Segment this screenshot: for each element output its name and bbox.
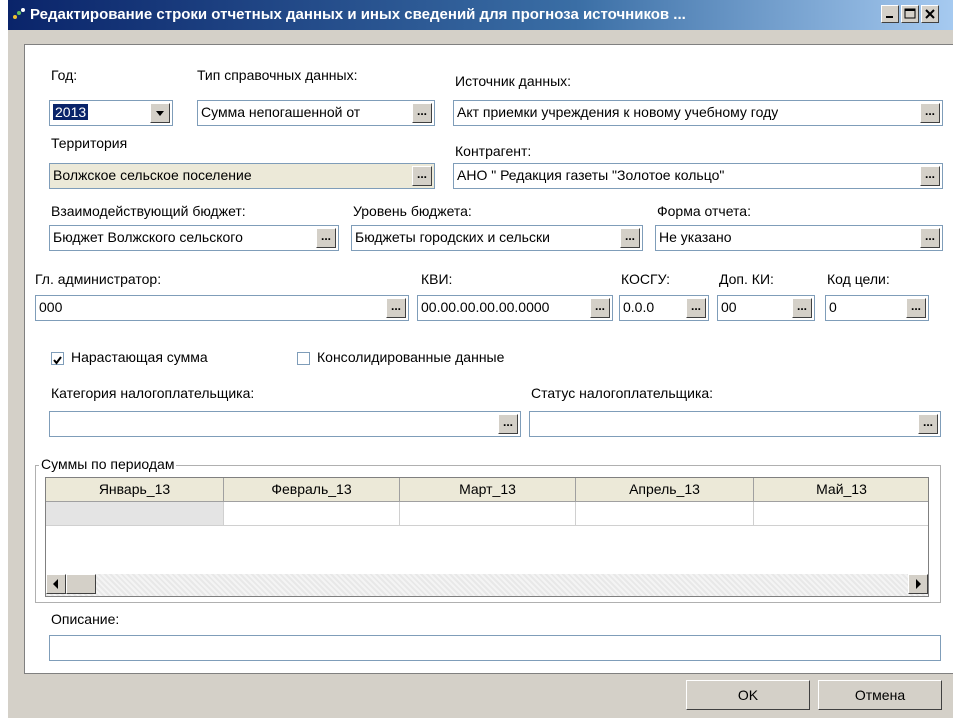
chief-admin-field[interactable]: 000 ... — [35, 295, 409, 321]
chief-admin-label: Гл. администратор: — [35, 271, 162, 287]
description-label: Описание: — [51, 611, 120, 627]
arrow-right-icon — [916, 579, 921, 589]
kvi-label: КВИ: — [421, 271, 453, 287]
grid-header-jan[interactable]: Январь_13 — [46, 478, 224, 502]
source-ellipsis-button[interactable]: ... — [920, 103, 940, 123]
grid-header-mar[interactable]: Март_13 — [400, 478, 576, 502]
taxpayer-status-label: Статус налогоплательщика: — [531, 385, 714, 401]
territory-label: Территория — [51, 135, 128, 151]
scroll-left-button[interactable] — [46, 574, 66, 594]
ref-type-ellipsis-button[interactable]: ... — [412, 103, 432, 123]
territory-field[interactable]: Волжское сельское поселение ... — [49, 163, 435, 189]
scroll-right-button[interactable] — [908, 574, 928, 594]
taxpayer-category-field[interactable]: ... — [49, 411, 521, 437]
minimize-button[interactable] — [881, 5, 899, 23]
ref-type-field[interactable]: Сумма непогашенной от ... — [197, 100, 435, 126]
grid-cell-may[interactable] — [754, 502, 928, 526]
kvi-field[interactable]: 00.00.00.00.00.0000 ... — [417, 295, 613, 321]
dop-ki-field[interactable]: 00 ... — [717, 295, 815, 321]
consolidated-label: Консолидированные данные — [317, 349, 505, 365]
year-label: Год: — [51, 67, 78, 83]
kosgu-ellipsis-button[interactable]: ... — [686, 298, 706, 318]
interact-budget-label: Взаимодействующий бюджет: — [51, 203, 246, 219]
source-label: Источник данных: — [455, 73, 572, 89]
grid-header-may[interactable]: Май_13 — [754, 478, 928, 502]
territory-ellipsis-button[interactable]: ... — [412, 166, 432, 186]
interact-budget-ellipsis-button[interactable]: ... — [316, 228, 336, 248]
arrow-left-icon — [53, 579, 58, 589]
grid-cell-feb[interactable] — [224, 502, 400, 526]
dop-ki-label: Доп. КИ: — [719, 271, 774, 287]
grid-header-apr[interactable]: Апрель_13 — [576, 478, 754, 502]
contractor-label: Контрагент: — [455, 143, 532, 159]
goal-code-field[interactable]: 0 ... — [825, 295, 929, 321]
maximize-button[interactable] — [901, 5, 919, 23]
goal-code-label: Код цели: — [827, 271, 890, 287]
ok-button[interactable]: OK — [686, 680, 810, 710]
cancel-button[interactable]: Отмена — [818, 680, 942, 710]
chevron-down-icon — [156, 111, 164, 116]
taxpayer-status-field[interactable]: ... — [529, 411, 941, 437]
taxpayer-category-ellipsis-button[interactable]: ... — [498, 414, 518, 434]
budget-level-label: Уровень бюджета: — [353, 203, 472, 219]
source-field[interactable]: Акт приемки учреждения к новому учебному… — [453, 100, 943, 126]
periods-grid[interactable]: Январь_13 Февраль_13 Март_13 Апрель_13 М… — [45, 477, 929, 597]
title-bar[interactable]: Редактирование строки отчетных данных и … — [8, 0, 953, 30]
dialog-window: Редактирование строки отчетных данных и … — [8, 0, 953, 718]
report-form-ellipsis-button[interactable]: ... — [920, 228, 940, 248]
cumulative-checkbox[interactable] — [51, 352, 64, 365]
grid-header-feb[interactable]: Февраль_13 — [224, 478, 400, 502]
chief-admin-ellipsis-button[interactable]: ... — [386, 298, 406, 318]
year-select[interactable]: 2013 — [49, 100, 173, 126]
kosgu-field[interactable]: 0.0.0 ... — [619, 295, 709, 321]
grid-cell-apr[interactable] — [576, 502, 754, 526]
cumulative-label: Нарастающая сумма — [71, 349, 208, 365]
year-dropdown-button[interactable] — [150, 103, 170, 123]
interact-budget-field[interactable]: Бюджет Волжского сельского ... — [49, 225, 339, 251]
kvi-ellipsis-button[interactable]: ... — [590, 298, 610, 318]
scroll-thumb[interactable] — [66, 574, 96, 594]
taxpayer-status-ellipsis-button[interactable]: ... — [918, 414, 938, 434]
close-button[interactable] — [921, 5, 939, 23]
consolidated-checkbox[interactable] — [297, 352, 310, 365]
report-form-field[interactable]: Не указано ... — [655, 225, 943, 251]
checkmark-icon — [53, 356, 62, 365]
grid-cell-mar[interactable] — [400, 502, 576, 526]
budget-level-field[interactable]: Бюджеты городских и сельски ... — [351, 225, 643, 251]
window-title: Редактирование строки отчетных данных и … — [30, 6, 686, 23]
report-form-label: Форма отчета: — [657, 203, 751, 219]
budget-level-ellipsis-button[interactable]: ... — [620, 228, 640, 248]
app-icon — [13, 8, 25, 19]
form-panel: Год: 2013 Тип справочных данных: Сумма н… — [24, 44, 953, 674]
taxpayer-category-label: Категория налогоплательщика: — [51, 385, 255, 401]
description-field[interactable] — [49, 635, 941, 661]
contractor-field[interactable]: АНО " Редакция газеты "Золотое кольцо" .… — [453, 163, 943, 189]
periods-group-title: Суммы по периодам — [39, 456, 177, 472]
ref-type-label: Тип справочных данных: — [197, 67, 358, 83]
goal-code-ellipsis-button[interactable]: ... — [906, 298, 926, 318]
kosgu-label: КОСГУ: — [621, 271, 671, 287]
grid-cell-jan[interactable] — [46, 502, 224, 526]
contractor-ellipsis-button[interactable]: ... — [920, 166, 940, 186]
dop-ki-ellipsis-button[interactable]: ... — [792, 298, 812, 318]
horizontal-scrollbar[interactable] — [46, 574, 928, 596]
